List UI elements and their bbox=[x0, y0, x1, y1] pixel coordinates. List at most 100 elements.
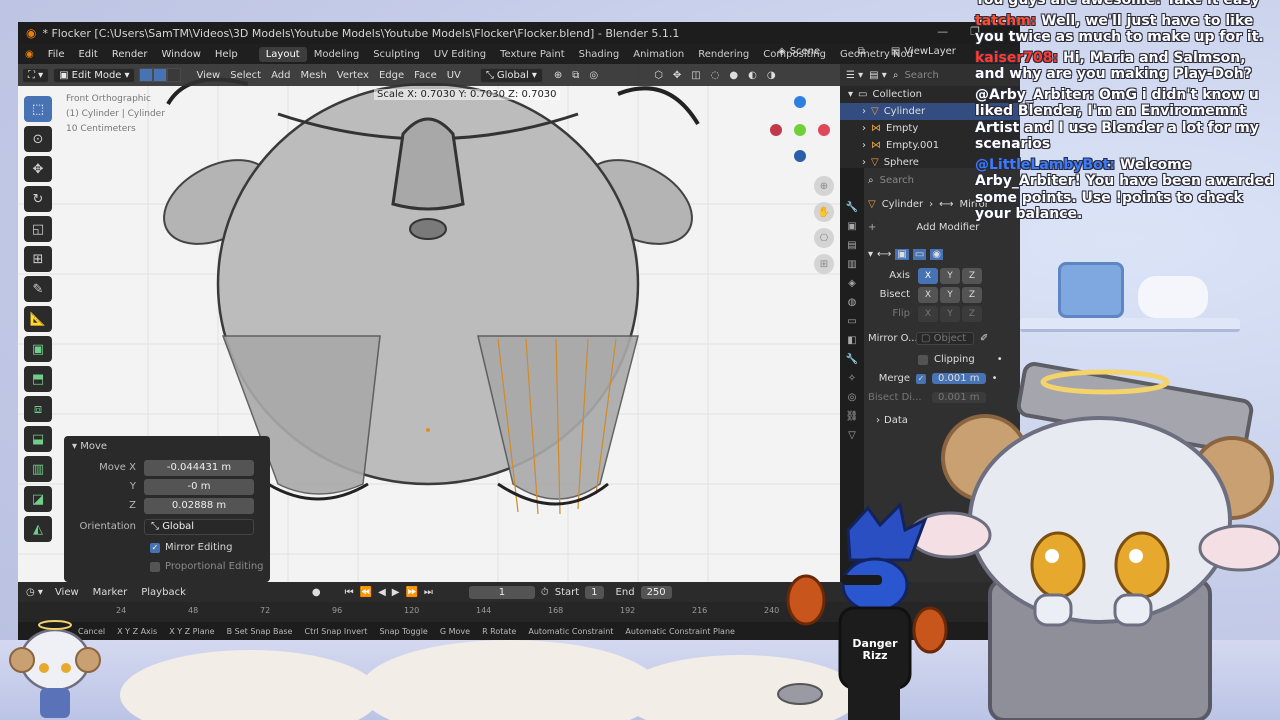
jump-end-icon[interactable]: ⏭ bbox=[424, 587, 433, 598]
keyframe-dot-icon[interactable]: • bbox=[992, 373, 998, 384]
edge-select-button[interactable] bbox=[153, 68, 168, 82]
extrude-tool[interactable]: ⬒ bbox=[24, 366, 52, 392]
clipping-checkbox[interactable] bbox=[918, 354, 928, 365]
pivot-icon[interactable]: ⊕ bbox=[549, 70, 567, 81]
move-z-field[interactable]: 0.02888 m bbox=[144, 497, 254, 514]
merge-distance-field[interactable]: 0.001 m bbox=[932, 373, 986, 384]
bisect-x-toggle[interactable]: X bbox=[918, 286, 938, 303]
snap-icon[interactable]: ⧉ bbox=[567, 70, 584, 81]
world-tab-icon[interactable]: ◍ bbox=[848, 297, 857, 308]
move-tool[interactable]: ✥ bbox=[24, 156, 52, 182]
constraints-tab-icon[interactable]: ⛓ bbox=[846, 411, 859, 422]
camera-icon[interactable]: ⎔ bbox=[814, 228, 834, 248]
knife-tool[interactable]: ◪ bbox=[24, 486, 52, 512]
collection-tab-icon[interactable]: ▭ bbox=[847, 316, 856, 327]
gizmo-toggle-icon[interactable]: ✥ bbox=[668, 70, 686, 81]
xray-icon[interactable]: ◫ bbox=[686, 70, 705, 81]
edit-mode-toggle-icon[interactable]: ▣ bbox=[895, 248, 909, 260]
transform-tool[interactable]: ⊞ bbox=[24, 246, 52, 272]
play-icon[interactable]: ▶ bbox=[392, 587, 400, 598]
mirror-object-field[interactable]: ▢ Object bbox=[916, 332, 974, 345]
add-modifier-button[interactable]: Add Modifier bbox=[916, 222, 979, 233]
modifier-tab-icon[interactable]: 🔧 bbox=[846, 354, 858, 365]
redo-panel-header[interactable]: ▾ Move bbox=[64, 436, 270, 457]
zoom-icon[interactable]: ⊕ bbox=[814, 176, 834, 196]
prev-keyframe-icon[interactable]: ⏪ bbox=[360, 587, 372, 598]
data-subpanel[interactable]: › Data bbox=[868, 411, 1020, 430]
flip-y-toggle[interactable]: Y bbox=[940, 305, 960, 322]
neg-z-axis-icon[interactable] bbox=[794, 150, 806, 162]
solid-shading-icon[interactable]: ● bbox=[724, 70, 743, 81]
physics-tab-icon[interactable]: ◎ bbox=[848, 392, 857, 403]
navigation-gizmo[interactable] bbox=[770, 96, 830, 166]
proportional-icon[interactable]: ◎ bbox=[584, 70, 603, 81]
jump-start-icon[interactable]: ⏮ bbox=[345, 587, 354, 598]
menu-window[interactable]: Window bbox=[154, 49, 207, 60]
menu-render[interactable]: Render bbox=[105, 49, 155, 60]
timeline-ruler[interactable]: 24 48 72 96 120 144 168 192 216 240 bbox=[18, 602, 1020, 622]
face-select-button[interactable] bbox=[167, 68, 182, 82]
annotate-tool[interactable]: ✎ bbox=[24, 276, 52, 302]
rendered-shading-icon[interactable]: ◑ bbox=[762, 70, 781, 81]
select-box-tool[interactable]: ⬚ bbox=[24, 96, 52, 122]
bevel-tool[interactable]: ⬓ bbox=[24, 426, 52, 452]
scene-selector[interactable]: ◈ Scene ⧉ ▤ ViewLayer bbox=[778, 46, 956, 57]
output-tab-icon[interactable]: ▤ bbox=[847, 240, 856, 251]
tab-modeling[interactable]: Modeling bbox=[307, 47, 367, 62]
editor-type-dropdown[interactable]: ⛶ ▾ bbox=[22, 67, 50, 83]
current-frame-field[interactable]: 1 bbox=[468, 585, 535, 599]
rotate-tool[interactable]: ↻ bbox=[24, 186, 52, 212]
tab-texture-paint[interactable]: Texture Paint bbox=[493, 47, 572, 62]
menu-edge[interactable]: Edge bbox=[374, 70, 409, 81]
y-axis-icon[interactable] bbox=[794, 124, 806, 136]
measure-tool[interactable]: 📐 bbox=[24, 306, 52, 332]
inset-tool[interactable]: ⧈ bbox=[24, 396, 52, 422]
keyframe-dot-icon[interactable]: • bbox=[997, 354, 1003, 365]
menu-help[interactable]: Help bbox=[208, 49, 245, 60]
tool-tab-icon[interactable]: 🔧 bbox=[846, 202, 858, 213]
perspective-grid-icon[interactable]: ⊞ bbox=[814, 254, 834, 274]
menu-select[interactable]: Select bbox=[225, 70, 266, 81]
view-layer-tab-icon[interactable]: ▥ bbox=[847, 259, 856, 270]
tab-layout[interactable]: Layout bbox=[258, 46, 307, 62]
loop-cut-tool[interactable]: ▥ bbox=[24, 456, 52, 482]
move-y-field[interactable]: -0 m bbox=[144, 478, 254, 495]
start-frame-field[interactable]: 1 bbox=[585, 585, 604, 599]
axis-x-toggle[interactable]: X bbox=[918, 267, 938, 284]
orientation-dropdown[interactable]: ⤡ Global bbox=[144, 518, 254, 535]
outliner-search[interactable]: Search bbox=[904, 70, 938, 81]
chevron-down-icon[interactable]: ▾ bbox=[868, 249, 873, 260]
minimize-icon[interactable]: — bbox=[937, 25, 948, 38]
vertex-select-button[interactable] bbox=[139, 68, 154, 82]
next-keyframe-icon[interactable]: ⏩ bbox=[405, 587, 417, 598]
add-cube-tool[interactable]: ▣ bbox=[24, 336, 52, 362]
tab-rendering[interactable]: Rendering bbox=[691, 47, 756, 62]
tab-sculpting[interactable]: Sculpting bbox=[366, 47, 427, 62]
stopwatch-icon[interactable]: ⏱ bbox=[541, 587, 549, 598]
object-tab-icon[interactable]: ◧ bbox=[847, 335, 856, 346]
render-toggle-icon[interactable]: ◉ bbox=[930, 248, 944, 260]
timeline-menu-marker[interactable]: Marker bbox=[93, 587, 128, 598]
move-x-field[interactable]: -0.044431 m bbox=[144, 459, 254, 476]
flip-z-toggle[interactable]: Z bbox=[962, 305, 982, 322]
tab-shading[interactable]: Shading bbox=[572, 47, 627, 62]
render-tab-icon[interactable]: ▣ bbox=[847, 221, 856, 232]
neg-x-axis-icon[interactable] bbox=[770, 124, 782, 136]
wireframe-shading-icon[interactable]: ◌ bbox=[706, 70, 725, 81]
mirror-editing-checkbox[interactable]: ✓ Mirror Editing bbox=[150, 539, 270, 556]
play-reverse-icon[interactable]: ◀ bbox=[378, 587, 386, 598]
properties-search[interactable]: Search bbox=[880, 175, 914, 186]
proportional-editing-checkbox[interactable]: Proportional Editing bbox=[150, 558, 270, 575]
poly-build-tool[interactable]: ◭ bbox=[24, 516, 52, 542]
clock-icon[interactable]: ◷ ▾ bbox=[26, 587, 43, 598]
particles-tab-icon[interactable]: ✧ bbox=[848, 373, 856, 384]
scene-tab-icon[interactable]: ◈ bbox=[848, 278, 856, 289]
editor-type-icon[interactable]: ☰ ▾ bbox=[846, 70, 863, 81]
menu-add[interactable]: Add bbox=[266, 70, 295, 81]
mode-dropdown[interactable]: ▣ Edit Mode ▾ bbox=[53, 67, 136, 83]
axis-y-toggle[interactable]: Y bbox=[940, 267, 960, 284]
end-frame-field[interactable]: 250 bbox=[640, 585, 672, 599]
overlay-icon[interactable]: ⬡ bbox=[649, 70, 668, 81]
timeline-menu-view[interactable]: View bbox=[55, 587, 79, 598]
new-scene-icon[interactable]: ⧉ bbox=[858, 46, 865, 57]
